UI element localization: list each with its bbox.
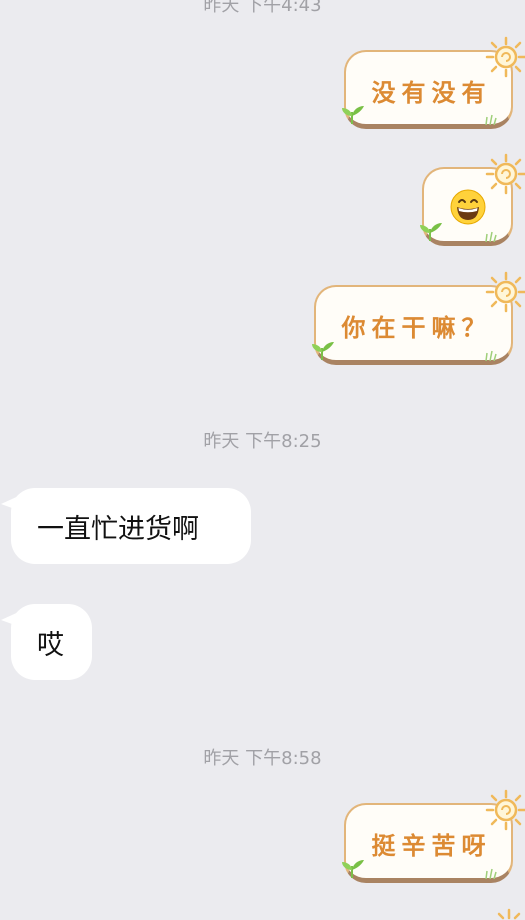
grass-icon [485, 868, 497, 879]
grass-icon [485, 231, 497, 242]
timestamp: 昨天 下午4:43 [203, 0, 322, 16]
outgoing-message-bubble[interactable]: 挺辛苦呀 [342, 789, 525, 883]
sun-icon [485, 789, 525, 831]
bubble-tail [1, 610, 23, 628]
outgoing-message-bubble[interactable] [420, 153, 525, 246]
sun-icon [497, 908, 521, 920]
sun-icon [485, 271, 525, 313]
leaf-icon [420, 223, 442, 242]
leaf-icon [312, 342, 334, 361]
message-text: 哎 [37, 629, 64, 661]
leaf-icon [342, 106, 364, 125]
leaf-icon [342, 860, 364, 879]
message-text: 你在干嘛？ [341, 314, 492, 342]
message-text: 挺辛苦呀 [371, 832, 492, 860]
sun-icon [485, 153, 525, 195]
outgoing-message-bubble[interactable]: 你在干嘛？ [312, 271, 525, 365]
grass-icon [485, 350, 497, 361]
message-text: 没有没有 [371, 78, 492, 107]
outgoing-message-bubble[interactable]: 没有没有 [342, 36, 525, 129]
timestamp: 昨天 下午8:25 [203, 431, 322, 452]
message-text: 一直忙进货啊 [37, 513, 199, 545]
bubble-tail [1, 494, 23, 512]
grinning-face-emoji-icon [450, 189, 485, 225]
timestamp: 昨天 下午8:58 [203, 748, 322, 769]
incoming-message-bubble[interactable]: 一直忙进货啊 [1, 488, 251, 564]
grass-icon [485, 114, 497, 125]
sun-icon [485, 36, 525, 78]
incoming-message-bubble[interactable]: 哎 [1, 604, 92, 680]
